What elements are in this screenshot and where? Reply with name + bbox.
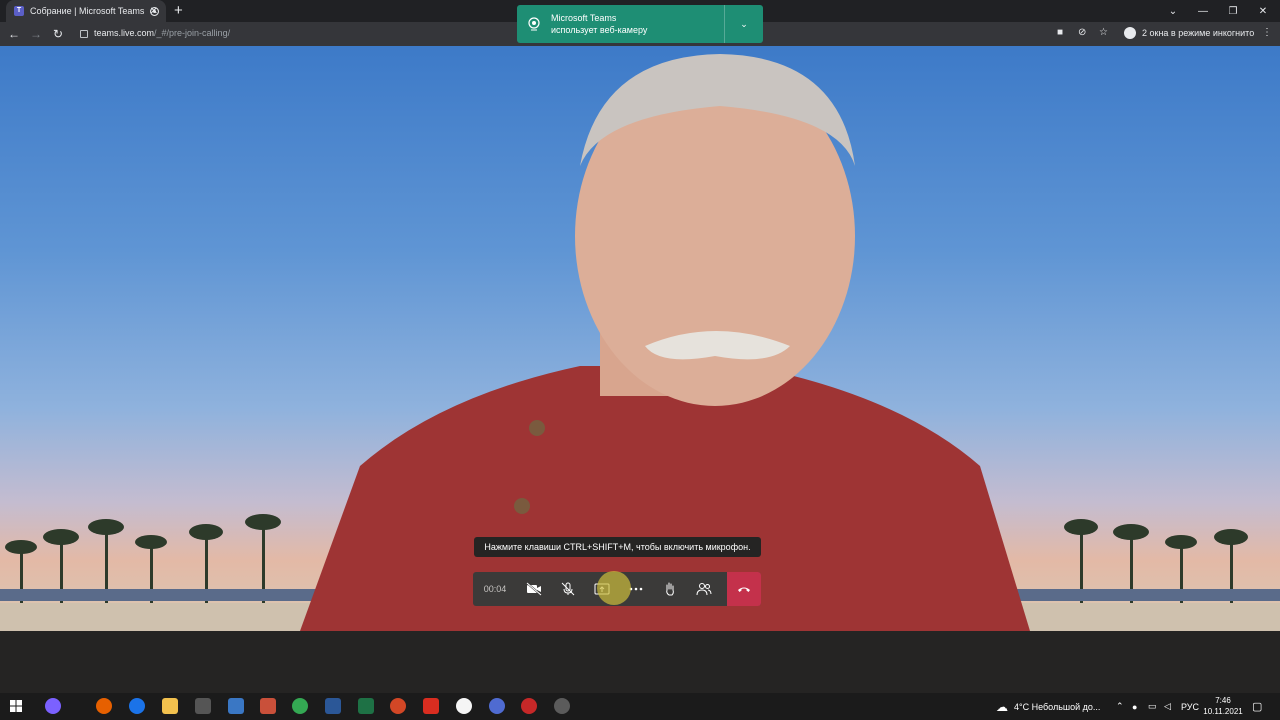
cloud-icon: ☁ bbox=[996, 699, 1008, 714]
browser-tab[interactable]: T Собрание | Microsoft Teams ✕ bbox=[6, 0, 166, 22]
taskbar-browser-icon[interactable] bbox=[129, 698, 145, 714]
network-tray-icon[interactable]: ▭ bbox=[1148, 693, 1157, 720]
clock-time: 7:46 bbox=[1215, 696, 1231, 705]
system-clock[interactable]: 7:46 10.11.2021 bbox=[1200, 695, 1246, 717]
new-tab-button[interactable]: + bbox=[174, 2, 183, 19]
url-host: teams.live.com bbox=[94, 28, 155, 38]
taskbar-word-icon[interactable] bbox=[325, 698, 341, 714]
minimize-button[interactable]: — bbox=[1188, 0, 1218, 22]
taskbar-chrome-icon[interactable] bbox=[292, 698, 308, 714]
mic-shortcut-tooltip: Нажмите клавиши CTRL+SHIFT+M, чтобы вклю… bbox=[474, 537, 761, 557]
taskbar-archive-icon[interactable] bbox=[260, 698, 276, 714]
webcam-icon bbox=[528, 17, 540, 31]
start-button[interactable] bbox=[8, 698, 24, 714]
call-timer: 00:04 bbox=[483, 584, 507, 594]
forward-button[interactable]: → bbox=[26, 22, 46, 46]
back-button[interactable]: ← bbox=[4, 22, 24, 46]
taskbar-network-app-icon[interactable] bbox=[489, 698, 505, 714]
taskbar-chrome-incognito-icon[interactable] bbox=[554, 698, 570, 714]
close-window-button[interactable]: ✕ bbox=[1248, 0, 1278, 22]
taskbar-app-assistant-icon[interactable] bbox=[45, 698, 61, 714]
incognito-indicator[interactable]: 2 окна в режиме инкогнито bbox=[1124, 27, 1254, 39]
raise-hand-button[interactable] bbox=[653, 572, 687, 606]
tracking-protection-icon[interactable]: ⊘ bbox=[1078, 27, 1086, 38]
incognito-label: 2 окна в режиме инкогнито bbox=[1142, 28, 1255, 38]
mouse-cursor-highlight bbox=[597, 571, 631, 605]
weather-widget[interactable]: ☁ 4°C Небольшой до... bbox=[996, 693, 1100, 720]
url-field[interactable]: teams.live.com/_#/pre-join-calling/ bbox=[94, 28, 230, 38]
tab-title: Собрание | Microsoft Teams bbox=[30, 6, 145, 16]
close-tab-icon[interactable]: ✕ bbox=[150, 6, 158, 17]
taskbar-powerpoint-icon[interactable] bbox=[390, 698, 406, 714]
camera-toggle-button[interactable] bbox=[517, 572, 551, 606]
browser-menu-icon[interactable]: ⋮ bbox=[1262, 27, 1272, 38]
taskbar-recorder-icon[interactable] bbox=[521, 698, 537, 714]
weather-text: 4°C Небольшой до... bbox=[1014, 701, 1101, 712]
taskbar-video-editor-icon[interactable] bbox=[195, 698, 211, 714]
taskbar-settings-app-icon[interactable] bbox=[228, 698, 244, 714]
taskbar-file-explorer-icon[interactable] bbox=[162, 698, 178, 714]
url-path: /_#/pre-join-calling/ bbox=[154, 28, 231, 38]
camera-usage-notification[interactable]: Microsoft Teams использует веб-камеру ⌄ bbox=[517, 5, 763, 43]
tab-search-chevron-icon[interactable]: ⌄ bbox=[1158, 0, 1188, 22]
windows-logo-icon bbox=[10, 700, 22, 712]
mic-toggle-button[interactable] bbox=[551, 572, 585, 606]
lock-icon[interactable] bbox=[80, 30, 88, 38]
clock-date: 10.11.2021 bbox=[1203, 707, 1243, 716]
volume-tray-icon[interactable]: ◁ bbox=[1164, 693, 1171, 720]
taskbar-excel-icon[interactable] bbox=[358, 698, 374, 714]
camera-off-icon bbox=[526, 582, 542, 596]
notification-center-icon[interactable]: ▢ bbox=[1252, 693, 1262, 720]
microphone-tray-icon[interactable]: ● bbox=[1132, 693, 1137, 720]
bookmark-star-icon[interactable]: ☆ bbox=[1099, 27, 1108, 38]
taskbar-pdf-reader-icon[interactable] bbox=[423, 698, 439, 714]
input-language[interactable]: РУС bbox=[1181, 693, 1199, 720]
notification-message: использует веб-камеру bbox=[551, 25, 648, 35]
taskbar-firefox-icon[interactable] bbox=[96, 698, 112, 714]
notification-title: Microsoft Teams bbox=[551, 13, 617, 23]
restore-button[interactable]: ❐ bbox=[1218, 0, 1248, 22]
meeting-stage-bottom bbox=[0, 631, 1280, 693]
reload-button[interactable]: ↻ bbox=[48, 22, 68, 46]
raise-hand-icon bbox=[666, 582, 674, 596]
participants-icon bbox=[696, 583, 712, 596]
camera-in-use-icon[interactable]: ■ bbox=[1057, 27, 1063, 38]
teams-icon: T bbox=[14, 6, 24, 16]
notification-expand-chevron-icon[interactable]: ⌄ bbox=[724, 5, 763, 43]
mic-off-icon bbox=[561, 582, 575, 596]
show-hidden-icons-chevron-icon[interactable]: ⌃ bbox=[1116, 693, 1124, 720]
incognito-icon bbox=[1124, 27, 1136, 39]
hang-up-icon bbox=[738, 587, 750, 592]
participants-button[interactable] bbox=[687, 572, 721, 606]
taskbar-yandex-icon[interactable] bbox=[456, 698, 472, 714]
hang-up-button[interactable] bbox=[727, 572, 761, 606]
